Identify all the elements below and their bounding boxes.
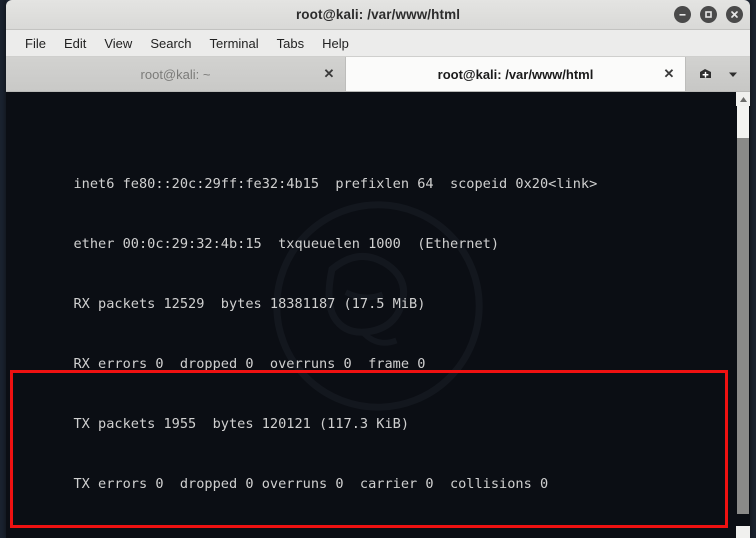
terminal-area: inet6 fe80::20c:29ff:fe32:4b15 prefixlen…: [6, 92, 750, 538]
menu-item-help[interactable]: Help: [313, 34, 358, 53]
tab-bar: root@kali: ~ ✕ root@kali: /var/www/html …: [6, 57, 750, 92]
maximize-button[interactable]: [700, 6, 717, 23]
minimize-icon: [679, 14, 686, 16]
scroll-down-arrow-icon[interactable]: [736, 526, 750, 538]
tab-list-chevron-down-icon[interactable]: [727, 68, 739, 80]
tab-close-icon[interactable]: ✕: [662, 66, 676, 81]
window-title: root@kali: /var/www/html: [295, 7, 461, 22]
menu-item-view[interactable]: View: [95, 34, 141, 53]
close-icon: [731, 11, 738, 18]
new-tab-glyph: [699, 68, 711, 78]
terminal-line: TX errors 0 dropped 0 overruns 0 carrier…: [8, 476, 549, 492]
tab-close-icon[interactable]: ✕: [322, 66, 336, 81]
menu-bar: File Edit View Search Terminal Tabs Help: [6, 30, 750, 57]
chevron-down-glyph: [729, 72, 738, 77]
terminal-window: root@kali: /var/www/html File Edit View …: [6, 0, 750, 538]
terminal-scrollbar[interactable]: [736, 92, 750, 538]
terminal-line: RX errors 0 dropped 0 overruns 0 frame 0: [8, 356, 426, 372]
scrollbar-thumb-upper[interactable]: [737, 106, 749, 138]
tab-var-www-html[interactable]: root@kali: /var/www/html ✕: [346, 57, 686, 91]
menu-item-tabs[interactable]: Tabs: [268, 34, 313, 53]
tab-label: root@kali: /var/www/html: [437, 66, 594, 82]
terminal-line: TX packets 1955 bytes 120121 (117.3 KiB): [8, 416, 410, 432]
scrollbar-track[interactable]: [736, 106, 750, 526]
tab-root-home[interactable]: root@kali: ~ ✕: [6, 57, 346, 91]
terminal-output[interactable]: inet6 fe80::20c:29ff:fe32:4b15 prefixlen…: [6, 92, 736, 538]
window-title-bar[interactable]: root@kali: /var/www/html: [6, 0, 750, 30]
terminal-line: inet6 fe80::20c:29ff:fe32:4b15 prefixlen…: [8, 176, 598, 192]
maximize-icon: [705, 11, 712, 18]
window-controls: [674, 0, 743, 29]
desktop-background: root@kali: /var/www/html File Edit View …: [0, 0, 756, 538]
terminal-line: ether 00:0c:29:32:4b:15 txqueuelen 1000 …: [8, 236, 500, 252]
terminal-line: RX packets 12529 bytes 18381187 (17.5 Mi…: [8, 296, 426, 312]
menu-item-edit[interactable]: Edit: [55, 34, 95, 53]
scrollbar-thumb[interactable]: [737, 138, 749, 514]
tab-label: root@kali: ~: [140, 66, 211, 82]
new-tab-icon[interactable]: [697, 66, 714, 83]
minimize-button[interactable]: [674, 6, 691, 23]
menu-item-search[interactable]: Search: [141, 34, 200, 53]
menu-item-terminal[interactable]: Terminal: [201, 34, 268, 53]
tab-bar-tools: [686, 57, 750, 91]
scroll-up-arrow-icon[interactable]: [736, 92, 750, 106]
menu-item-file[interactable]: File: [16, 34, 55, 53]
close-button[interactable]: [726, 6, 743, 23]
scroll-up-glyph: [739, 96, 747, 102]
